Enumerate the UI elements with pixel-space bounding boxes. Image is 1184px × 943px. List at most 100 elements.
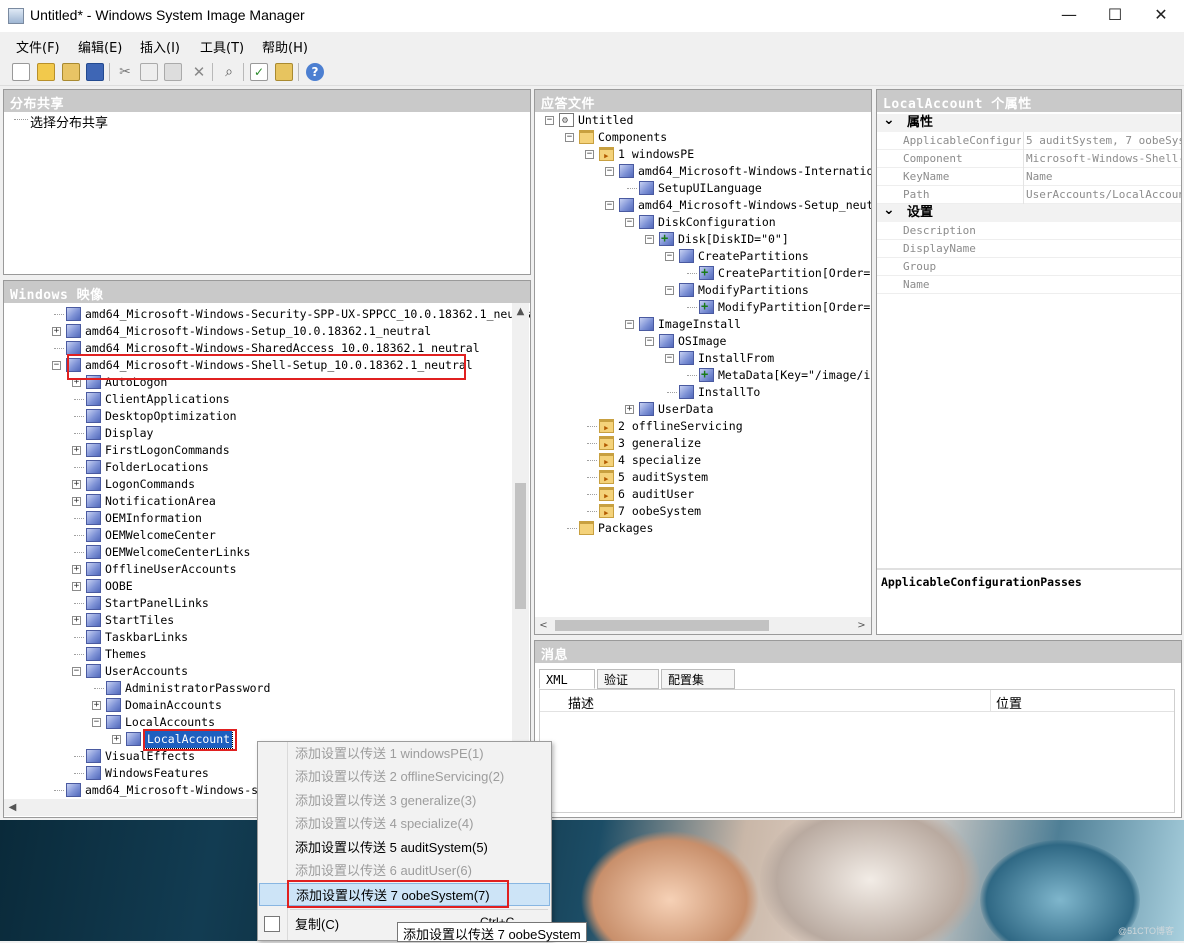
collapse-icon[interactable]: − <box>665 354 674 363</box>
paste-icon[interactable] <box>164 63 182 81</box>
expand-icon[interactable]: + <box>52 327 61 336</box>
tree-node[interactable]: 7 oobeSystem <box>535 503 871 521</box>
property-value[interactable]: Microsoft-Windows-Shell-S <box>1023 150 1181 168</box>
catalog-icon[interactable] <box>275 63 293 81</box>
scroll-left-arrow-icon[interactable]: < <box>535 617 552 634</box>
collapse-icon[interactable]: − <box>585 150 594 159</box>
tree-node[interactable]: + LogonCommands <box>4 476 509 493</box>
collapse-icon[interactable]: − <box>625 320 634 329</box>
menu-tools[interactable]: 工具(T) <box>200 37 244 56</box>
collapse-icon[interactable]: − <box>665 252 674 261</box>
expand-icon[interactable]: + <box>625 405 634 414</box>
tree-node[interactable]: 4 specialize <box>535 452 871 470</box>
collapse-icon[interactable]: − <box>665 286 674 295</box>
tree-node[interactable]: OEMInformation <box>4 510 509 527</box>
tree-node[interactable]: AdministratorPassword <box>4 680 509 697</box>
context-menu-add-to-pass-2[interactable]: 添加设置以传送 2 offlineServicing(2) <box>259 765 550 788</box>
collapse-category-icon[interactable]: ⌄ <box>883 201 895 219</box>
property-row[interactable]: KeyName Name <box>877 168 1181 186</box>
column-description[interactable]: 描述 <box>568 693 594 712</box>
collapse-icon[interactable]: − <box>92 718 101 727</box>
tree-node[interactable]: − amd64_Microsoft-Windows-Setup_neutral <box>535 197 871 214</box>
expand-icon[interactable]: + <box>72 497 81 506</box>
menu-help[interactable]: 帮助(H) <box>262 37 308 56</box>
menu-insert[interactable]: 插入(I) <box>140 37 180 56</box>
tree-node[interactable]: StartPanelLinks <box>4 595 509 612</box>
open-folder-icon[interactable] <box>37 63 55 81</box>
tree-node[interactable]: − ImageInstall <box>535 316 871 333</box>
expand-icon[interactable]: + <box>112 735 121 744</box>
collapse-icon[interactable]: − <box>52 361 61 370</box>
column-position[interactable]: 位置 <box>996 693 1022 712</box>
context-menu-add-to-pass-4[interactable]: 添加设置以传送 4 specialize(4) <box>259 812 550 835</box>
messages-list[interactable]: 描述 位置 <box>539 689 1175 813</box>
open-image-icon[interactable] <box>62 63 80 81</box>
property-row[interactable]: ApplicableConfigur 5 auditSystem, 7 oobeS… <box>877 132 1181 150</box>
tree-node[interactable]: − ModifyPartitions <box>535 282 871 299</box>
collapse-icon[interactable]: − <box>645 235 654 244</box>
tree-node[interactable]: − amd64_Microsoft-Windows-International <box>535 163 871 180</box>
scroll-thumb[interactable] <box>555 620 769 631</box>
tree-node[interactable]: + StartTiles <box>4 612 509 629</box>
collapse-icon[interactable]: − <box>625 218 634 227</box>
tree-node[interactable]: + DomainAccounts <box>4 697 509 714</box>
tree-node[interactable]: TaskbarLinks <box>4 629 509 646</box>
tree-node[interactable]: DesktopOptimization <box>4 408 509 425</box>
property-value[interactable]: 5 auditSystem, 7 oobeSyst <box>1023 132 1181 150</box>
save-icon[interactable] <box>86 63 104 81</box>
answer-tree-hscrollbar[interactable]: < > <box>535 617 871 634</box>
scroll-left-arrow-icon[interactable]: ◀ <box>4 799 21 816</box>
scroll-thumb[interactable] <box>515 483 526 609</box>
validate-icon[interactable]: ✓ <box>250 63 268 81</box>
copy-icon[interactable] <box>140 63 158 81</box>
tree-node[interactable]: 3 generalize <box>535 435 871 453</box>
expand-icon[interactable]: + <box>72 582 81 591</box>
tree-node[interactable]: FolderLocations <box>4 459 509 476</box>
tree-node[interactable]: OEMWelcomeCenterLinks <box>4 544 509 561</box>
tab-xml[interactable]: XML (0) <box>539 669 595 707</box>
cut-icon[interactable]: ✂ <box>116 63 134 81</box>
collapse-category-icon[interactable]: ⌄ <box>883 111 895 129</box>
property-value[interactable]: UserAccounts/LocalAccount <box>1023 186 1181 204</box>
tree-node[interactable]: + OOBE <box>4 578 509 595</box>
tree-node[interactable]: ClientApplications <box>4 391 509 408</box>
image-tree-vscrollbar[interactable]: ▲ <box>512 303 529 799</box>
property-row[interactable]: DisplayName <box>877 240 1181 258</box>
context-menu-add-to-pass-6[interactable]: 添加设置以传送 6 auditUser(6) <box>259 859 550 882</box>
tree-node[interactable]: Display <box>4 425 509 442</box>
tree-node[interactable]: − Untitled <box>535 112 871 129</box>
collapse-icon[interactable]: − <box>645 337 654 346</box>
tree-node[interactable]: − 1 windowsPE <box>535 146 871 164</box>
scroll-up-arrow-icon[interactable]: ▲ <box>512 303 529 320</box>
expand-icon[interactable]: + <box>92 701 101 710</box>
tree-node[interactable]: OEMWelcomeCenter <box>4 527 509 544</box>
tree-node[interactable]: − UserAccounts <box>4 663 509 680</box>
tree-node[interactable]: ModifyPartition[Order="1 <box>535 298 871 316</box>
menu-file[interactable]: 文件(F) <box>16 37 60 56</box>
context-menu-add-to-pass-3[interactable]: 添加设置以传送 3 generalize(3) <box>259 789 550 812</box>
tab-validation[interactable]: 验证 (0) <box>597 669 659 707</box>
tree-node[interactable]: Packages <box>535 520 871 537</box>
tree-node[interactable]: 6 auditUser <box>535 486 871 504</box>
help-icon[interactable]: ? <box>306 63 324 81</box>
tab-configuration-set[interactable]: 配置集 (0) <box>661 669 735 707</box>
collapse-icon[interactable]: − <box>72 667 81 676</box>
tree-node[interactable]: Themes <box>4 646 509 663</box>
tree-node[interactable]: − CreatePartitions <box>535 248 871 265</box>
tree-node[interactable]: + UserData <box>535 401 871 418</box>
tree-node[interactable]: − Disk[DiskID="0"] <box>535 230 871 248</box>
menu-edit[interactable]: 编辑(E) <box>78 37 122 56</box>
search-icon[interactable]: ⌕ <box>220 63 238 81</box>
minimize-button[interactable]: — <box>1046 0 1092 32</box>
tree-node[interactable]: 2 offlineServicing <box>535 418 871 436</box>
property-row[interactable]: Description <box>877 222 1181 240</box>
property-row[interactable]: Group <box>877 258 1181 276</box>
category-settings[interactable]: ⌄ 设置 <box>877 201 1181 222</box>
property-row[interactable]: Component Microsoft-Windows-Shell-S <box>877 150 1181 168</box>
context-menu-add-to-pass-1[interactable]: 添加设置以传送 1 windowsPE(1) <box>259 742 550 765</box>
property-value[interactable]: Name <box>1023 168 1181 186</box>
close-button[interactable]: ✕ <box>1138 0 1184 32</box>
tree-node[interactable]: + amd64_Microsoft-Windows-Setup_10.0.1836… <box>4 323 509 340</box>
tree-node[interactable]: − Components <box>535 129 871 146</box>
collapse-icon[interactable]: − <box>605 201 614 210</box>
